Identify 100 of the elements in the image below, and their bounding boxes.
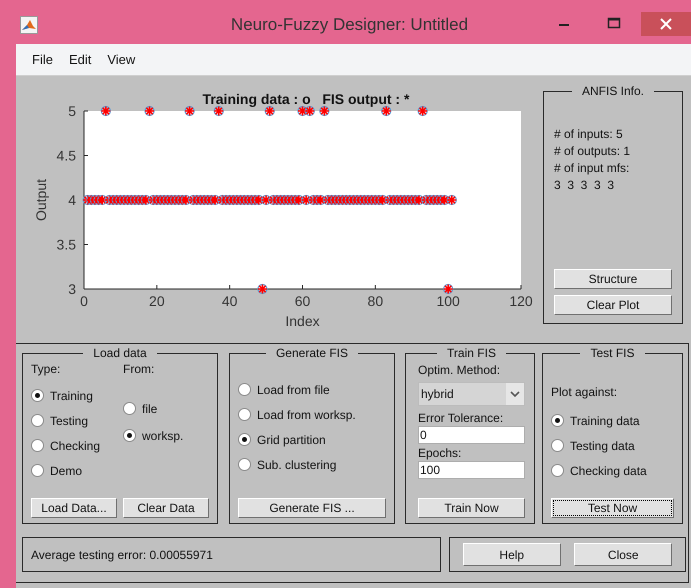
data-point (432, 194, 443, 206)
data-point (275, 194, 286, 206)
data-point (257, 284, 268, 294)
push-button[interactable]: Close (574, 543, 672, 566)
radio-button[interactable] (551, 414, 564, 427)
data-point (410, 194, 421, 206)
data-point (272, 194, 282, 206)
radio-button[interactable] (31, 464, 44, 477)
data-point (421, 194, 432, 206)
data-point (180, 194, 192, 206)
data-point (202, 194, 214, 206)
radio-button[interactable] (31, 414, 44, 427)
data-point (96, 194, 108, 206)
data-point (177, 194, 188, 206)
chart-title: Training data : o FIS output : * (202, 91, 410, 107)
input-field[interactable]: 0 (418, 426, 525, 444)
data-point (111, 194, 122, 206)
data-point (118, 194, 130, 206)
data-point (370, 194, 381, 206)
train-now-button[interactable]: Train Now (418, 498, 525, 518)
y-tick-label: 3.5 (56, 236, 76, 252)
data-point (220, 194, 232, 206)
data-point (224, 194, 235, 206)
x-axis-label: Index (285, 313, 320, 329)
data-point (359, 194, 370, 206)
radio-button[interactable] (31, 439, 44, 452)
radio-button[interactable] (551, 439, 564, 452)
method-dropdown[interactable]: hybrid (418, 382, 525, 406)
menu-item[interactable]: View (99, 52, 144, 67)
menu-item[interactable]: Edit (60, 52, 100, 67)
field-label: Epochs: (418, 446, 462, 461)
radio-button[interactable] (238, 458, 251, 471)
radio-button[interactable] (238, 433, 251, 446)
data-point (337, 194, 348, 206)
data-point (319, 106, 330, 116)
data-point (414, 194, 424, 206)
data-point (355, 194, 366, 206)
data-point (82, 194, 93, 206)
data-point (428, 194, 439, 206)
push-button[interactable]: Clear Data (123, 498, 209, 518)
radio-button[interactable] (31, 389, 44, 402)
data-point (396, 194, 406, 206)
data-point (402, 194, 414, 206)
data-point (93, 194, 104, 206)
data-point (195, 194, 206, 206)
push-button[interactable]: Structure (554, 269, 672, 289)
x-tick-label: 80 (368, 293, 384, 309)
data-point (235, 194, 246, 206)
field-label: Error Tolerance: (418, 411, 504, 426)
data-point (104, 194, 115, 206)
x-tick-label: 100 (436, 293, 460, 309)
x-tick-label: 20 (149, 293, 165, 309)
data-point (198, 194, 210, 206)
data-point (315, 194, 326, 206)
data-point (322, 194, 334, 206)
push-button[interactable]: Clear Plot (554, 295, 672, 315)
data-point (297, 106, 308, 116)
plot-against-label: Plot against: (551, 385, 618, 400)
data-point (260, 194, 272, 206)
radio-button[interactable] (123, 429, 136, 442)
field-label: Optim. Method: (418, 363, 502, 378)
radio-label: Demo (50, 464, 82, 478)
data-point (206, 194, 217, 206)
radio-button[interactable] (238, 408, 251, 421)
data-point (442, 284, 454, 294)
info-text: 3 3 3 3 3 (554, 177, 616, 194)
radio-label: Grid partition (257, 432, 326, 446)
chevron-down-icon (506, 383, 524, 405)
radio-label: Testing (50, 414, 88, 428)
panel-title: Generate FIS (274, 346, 350, 360)
app-logo-icon (20, 16, 38, 34)
radio-label: worksp. (142, 428, 184, 442)
generate-fis-button[interactable]: Generate FIS ... (238, 498, 386, 518)
from-label: From: (123, 362, 156, 376)
info-text: # of inputs: 5 (554, 126, 624, 143)
data-point (340, 194, 352, 206)
close-icon[interactable] (641, 12, 691, 36)
data-point (344, 194, 356, 206)
data-point (384, 194, 396, 206)
push-button[interactable]: Help (462, 543, 561, 566)
data-point (213, 106, 224, 116)
data-point (312, 194, 322, 206)
test-now-button[interactable]: Test Now (551, 498, 674, 518)
input-field[interactable]: 100 (418, 461, 525, 479)
data-point (399, 194, 410, 206)
menu-item[interactable]: File (24, 52, 61, 67)
data-point (254, 194, 264, 206)
push-button[interactable]: Load Data... (31, 498, 117, 518)
info-text: # of outputs: 1 (554, 143, 632, 160)
data-point (326, 194, 337, 206)
x-tick-label: 60 (294, 293, 310, 309)
radio-button[interactable] (123, 402, 136, 415)
data-point (290, 194, 301, 206)
radio-button[interactable] (238, 383, 251, 396)
data-point (264, 106, 276, 116)
data-point (352, 194, 362, 206)
data-point (232, 194, 242, 206)
radio-button[interactable] (551, 464, 564, 477)
x-tick-label: 40 (222, 293, 238, 309)
status-message: Average testing error: 0.00055971 (22, 537, 441, 572)
